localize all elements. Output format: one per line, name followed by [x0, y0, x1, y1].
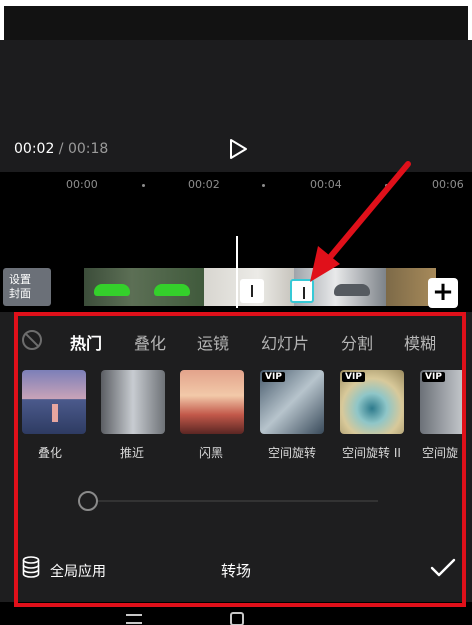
ruler-tick: 00:06: [432, 178, 464, 191]
cover-label-line2: 封面: [9, 287, 31, 300]
play-icon[interactable]: [227, 138, 249, 160]
ruler-dot: [142, 184, 145, 187]
tab-hot[interactable]: 热门: [70, 330, 102, 354]
status-area: [0, 0, 472, 40]
time-separator: /: [54, 141, 68, 157]
playhead[interactable]: [236, 236, 238, 308]
database-icon[interactable]: [22, 556, 40, 578]
effect-label: 叠化: [38, 446, 63, 460]
ruler-dot: [385, 184, 388, 187]
video-clip[interactable]: [84, 268, 204, 306]
confirm-check-icon[interactable]: [430, 557, 456, 579]
effect-dissolve-thumb[interactable]: [22, 370, 86, 434]
add-clip-button[interactable]: +: [428, 278, 458, 308]
no-transition-icon[interactable]: [22, 330, 42, 350]
apply-all-button[interactable]: 全局应用: [50, 561, 106, 581]
vip-badge: VIP: [422, 372, 445, 382]
tab-slideshow[interactable]: 幻灯片: [261, 330, 309, 354]
effect-label: 闪黑: [199, 446, 224, 460]
tab-dissolve[interactable]: 叠化: [134, 330, 166, 354]
effect-flash-black-thumb[interactable]: [180, 370, 244, 434]
current-time: 00:02: [14, 141, 55, 157]
duration-slider-knob[interactable]: [78, 491, 98, 511]
ruler-tick: 00:04: [310, 178, 342, 191]
transition-button[interactable]: [240, 279, 264, 303]
tab-split[interactable]: 分割: [341, 330, 373, 354]
effect-space-rotate-thumb[interactable]: VIP: [260, 370, 324, 434]
ruler-dot: [262, 184, 265, 187]
effect-space-rotate-3-thumb[interactable]: VIP: [420, 370, 466, 434]
effect-label: 空间旋: [422, 446, 459, 460]
panel-title: 转场: [221, 562, 252, 580]
effect-label: 推近: [120, 446, 145, 460]
car-thumbnail: [334, 284, 370, 296]
tab-camera[interactable]: 运镜: [197, 330, 229, 354]
car-thumbnail: [94, 284, 130, 296]
ruler-tick: 00:00: [66, 178, 98, 191]
car-thumbnail: [154, 284, 190, 296]
person-figure: [52, 404, 58, 422]
effect-label: 空间旋转 II: [342, 446, 401, 460]
transition-panel: [0, 312, 472, 602]
tab-blur[interactable]: 模糊: [404, 330, 436, 354]
duration-slider-track[interactable]: [88, 500, 378, 502]
ruler-tick: 00:02: [188, 178, 220, 191]
cover-label-line1: 设置: [9, 273, 31, 286]
effect-label: 空间旋转: [268, 446, 317, 460]
transition-button-selected[interactable]: [290, 279, 314, 303]
vip-badge: VIP: [262, 372, 285, 382]
total-time: 00:18: [67, 141, 109, 157]
vip-badge: VIP: [342, 372, 365, 382]
home-icon[interactable]: [230, 612, 244, 625]
effect-space-rotate-2-thumb[interactable]: VIP: [340, 370, 404, 434]
time-display: 00:02 / 00:18: [14, 141, 108, 157]
set-cover-button[interactable]: 设置 封面: [3, 268, 51, 306]
effect-push-thumb[interactable]: [101, 370, 165, 434]
menu-icon[interactable]: [126, 614, 142, 624]
